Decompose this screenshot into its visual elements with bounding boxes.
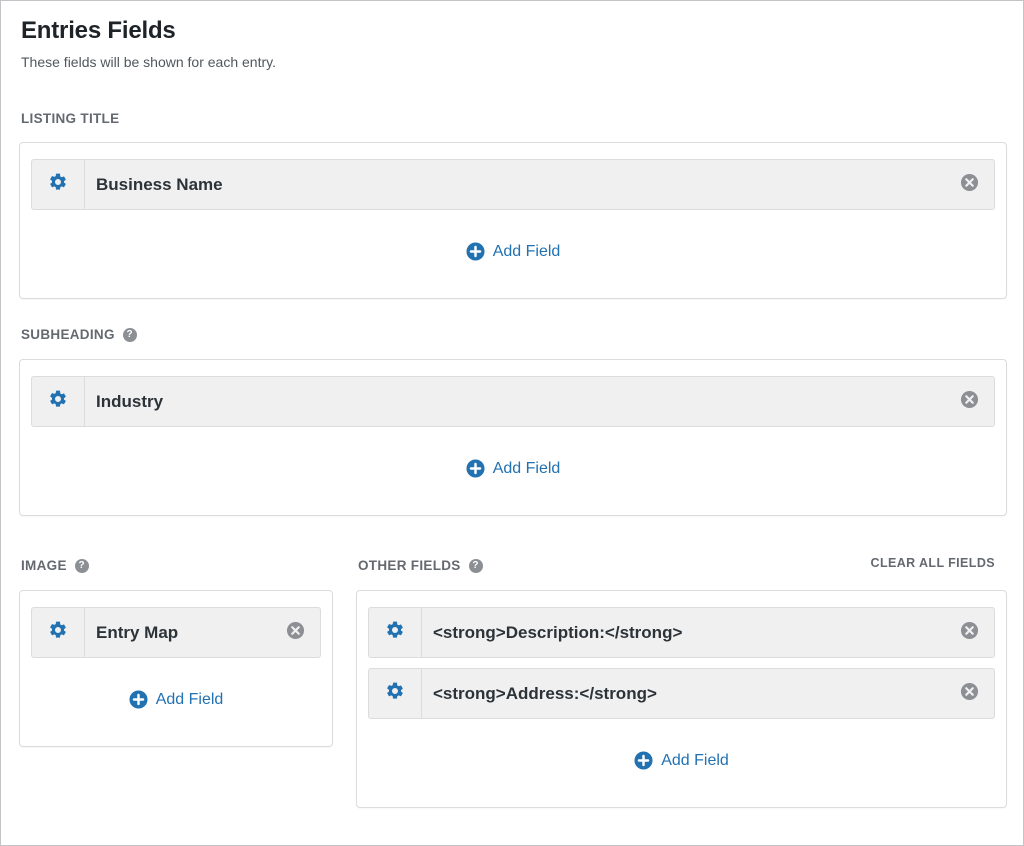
field-item-address[interactable]: <strong>Address:</strong> (368, 668, 995, 719)
field-item-description[interactable]: <strong>Description:</strong> (368, 607, 995, 658)
field-label: <strong>Address:</strong> (433, 683, 657, 703)
gear-icon (48, 172, 68, 197)
field-settings-button[interactable] (32, 160, 85, 209)
question-circle-icon[interactable]: ? (468, 558, 483, 573)
section-label-listing-title: LISTING TITLE (21, 111, 119, 126)
field-label: Industry (96, 391, 164, 411)
add-field-button[interactable]: Add Field (357, 751, 1006, 770)
add-field-label: Add Field (155, 690, 224, 708)
listing-title-dropzone: Business Name Add Field (19, 142, 1007, 299)
subheading-label: SUBHEADING (21, 327, 115, 342)
field-settings-button[interactable] (32, 377, 85, 426)
gear-icon (385, 620, 405, 645)
add-field-button[interactable]: Add Field (20, 690, 332, 709)
remove-field-button[interactable] (944, 377, 994, 426)
remove-field-button[interactable] (944, 669, 994, 718)
gear-icon (48, 620, 68, 645)
add-field-button[interactable]: Add Field (20, 242, 1006, 261)
question-circle-icon[interactable]: ? (122, 327, 137, 342)
question-circle-icon[interactable]: ? (74, 558, 89, 573)
remove-field-button[interactable] (944, 160, 994, 209)
plus-circle-icon (634, 751, 653, 770)
field-settings-button[interactable] (32, 608, 85, 657)
field-settings-button[interactable] (369, 669, 422, 718)
remove-circle-icon (960, 173, 979, 197)
add-field-button[interactable]: Add Field (20, 459, 1006, 478)
field-item-industry[interactable]: Industry (31, 376, 995, 427)
plus-circle-icon (466, 242, 485, 261)
field-settings-button[interactable] (369, 608, 422, 657)
add-field-label: Add Field (492, 459, 561, 477)
plus-circle-icon (466, 459, 485, 478)
field-item-entry-map[interactable]: Entry Map (31, 607, 321, 658)
clear-all-fields-link[interactable]: CLEAR ALL FIELDS (871, 556, 995, 570)
gear-icon (48, 389, 68, 414)
subheading-dropzone: Industry Add Field (19, 359, 1007, 516)
entries-fields-panel: Entries Fields These fields will be show… (0, 0, 1024, 846)
section-label-image: IMAGE ? (21, 558, 89, 573)
add-field-label: Add Field (661, 751, 729, 769)
field-item-business-name[interactable]: Business Name (31, 159, 995, 210)
remove-field-button[interactable] (944, 608, 994, 657)
listing-title-label: LISTING TITLE (21, 111, 120, 126)
section-label-subheading: SUBHEADING ? (21, 327, 137, 342)
remove-circle-icon (960, 390, 979, 414)
gear-icon (385, 681, 405, 706)
section-label-other-fields: OTHER FIELDS ? (358, 558, 483, 573)
remove-circle-icon (286, 621, 305, 645)
remove-field-button[interactable] (270, 608, 320, 657)
add-field-label: Add Field (492, 242, 561, 260)
image-dropzone: Entry Map Add Field (19, 590, 333, 747)
page-title: Entries Fields (21, 17, 176, 44)
page-description: These fields will be shown for each entr… (21, 54, 276, 70)
other-fields-dropzone: <strong>Description:</strong> <strong>Ad… (356, 590, 1007, 808)
image-label: IMAGE (21, 558, 67, 573)
field-label: <strong>Description:</strong> (433, 622, 683, 642)
plus-circle-icon (129, 690, 148, 709)
remove-circle-icon (960, 682, 979, 706)
other-fields-label: OTHER FIELDS (358, 558, 461, 573)
field-label: Entry Map (96, 622, 179, 642)
remove-circle-icon (960, 621, 979, 645)
field-label: Business Name (96, 174, 223, 194)
